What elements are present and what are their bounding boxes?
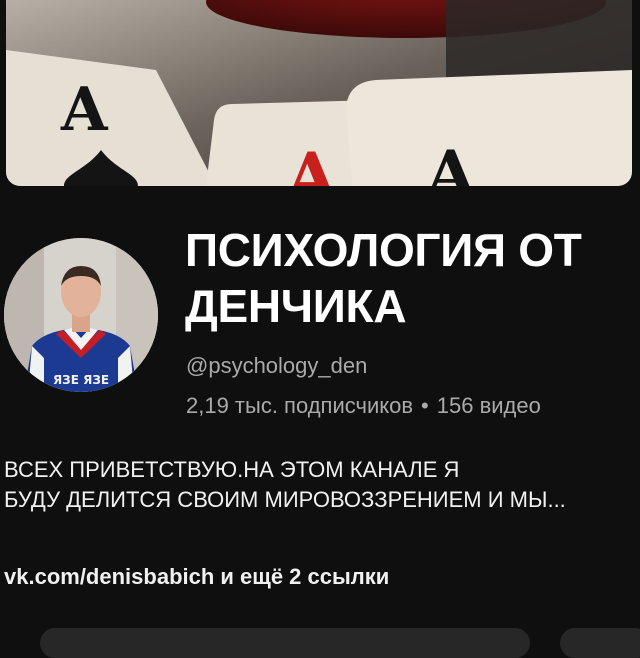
avatar-jacket-text: ЯЗЕ ЯЗЕ <box>53 373 109 387</box>
channel-handle: @psychology_den <box>186 353 368 378</box>
stats-separator: • <box>421 393 429 418</box>
banner-card-letter: A <box>60 75 109 145</box>
subscriber-count: 2,19 тыс. подписчиков <box>186 393 414 418</box>
channel-description[interactable]: ВСЕХ ПРИВЕТСТВУЮ.НА ЭТОМ КАНАЛЕ Я БУДУ Д… <box>4 455 636 515</box>
channel-banner: A A A <box>6 0 632 186</box>
subscribe-button[interactable] <box>40 628 530 658</box>
avatar-photo: ЯЗЕ ЯЗЕ <box>4 238 158 392</box>
banner-card-letter-right: A <box>425 137 477 186</box>
channel-title-line2: ДЕНЧИКА <box>185 280 407 332</box>
description-line2: БУДУ ДЕЛИТСЯ СВОИМ МИРОВОЗЗРЕНИЕМ И МЫ..… <box>4 487 566 512</box>
channel-links[interactable]: vk.com/denisbabich и ещё 2 ссылки <box>4 564 389 590</box>
banner-playing-cards-image: A A A <box>6 0 632 186</box>
channel-title: ПСИХОЛОГИЯ ОТ ДЕНЧИКА <box>185 222 635 334</box>
action-buttons-row <box>0 628 640 658</box>
more-button[interactable] <box>560 628 640 658</box>
channel-avatar[interactable]: ЯЗЕ ЯЗЕ <box>4 238 158 392</box>
channel-title-line1: ПСИХОЛОГИЯ ОТ <box>185 224 582 276</box>
channel-stats: 2,19 тыс. подписчиков • 156 видео <box>186 393 541 419</box>
video-count: 156 видео <box>436 393 541 418</box>
description-line1: ВСЕХ ПРИВЕТСТВУЮ.НА ЭТОМ КАНАЛЕ Я <box>4 457 460 482</box>
banner-card-letter-red: A <box>285 138 338 186</box>
